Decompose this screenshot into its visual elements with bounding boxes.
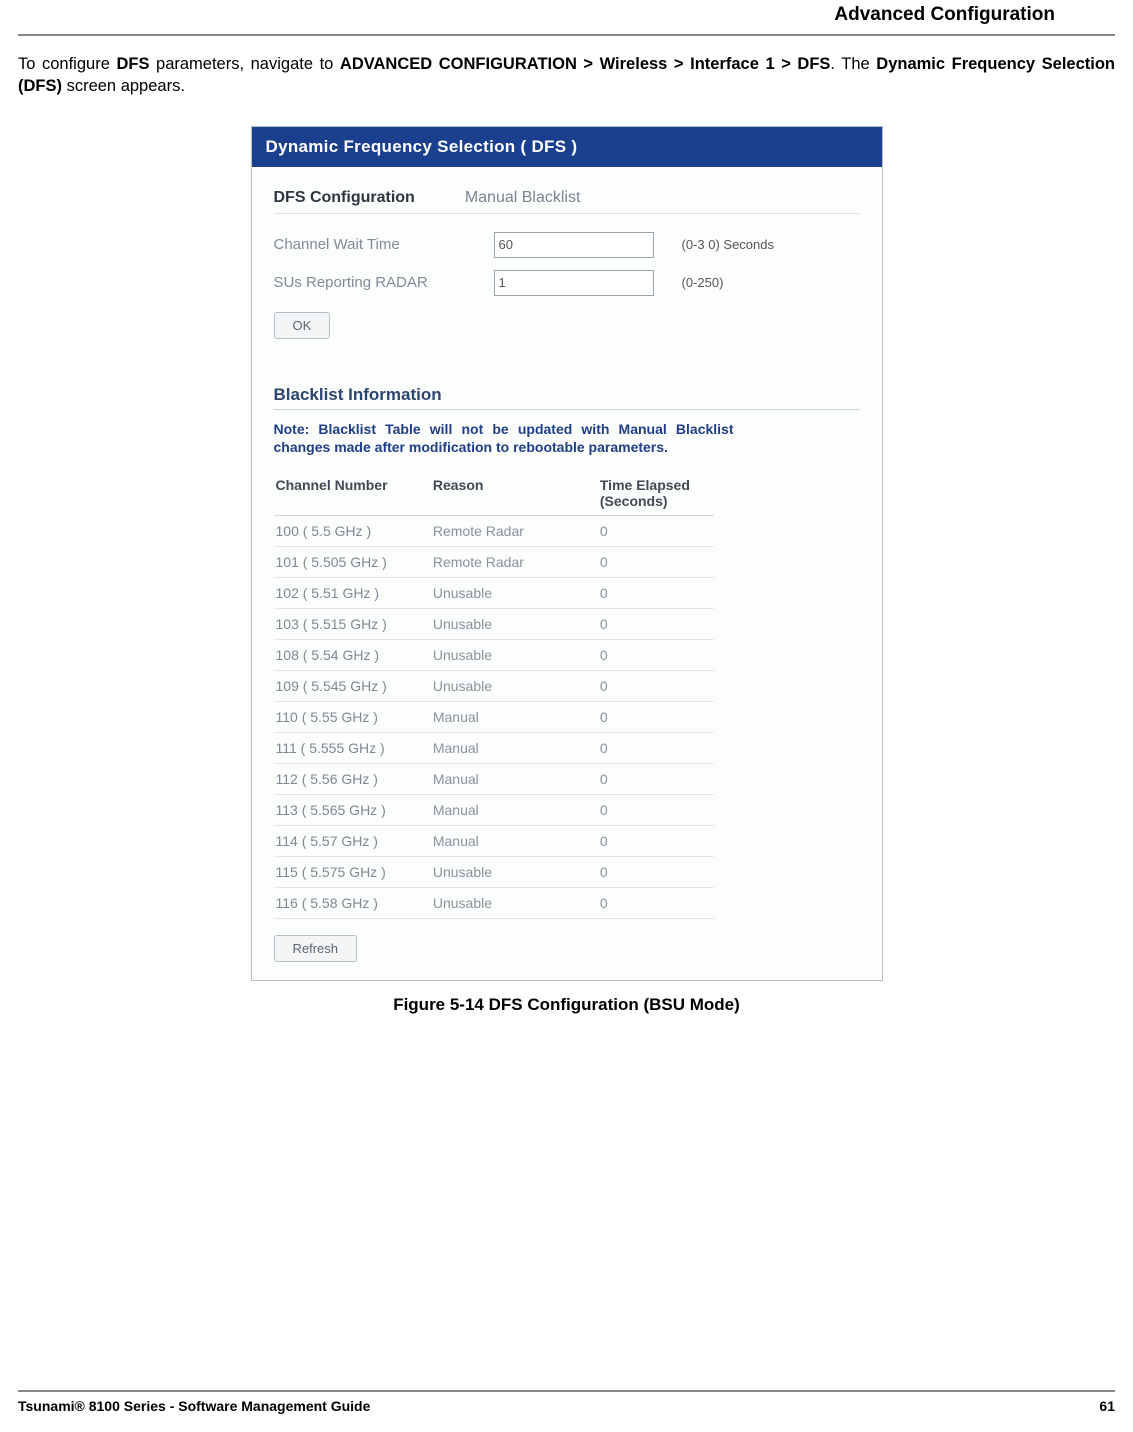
cell-reason: Remote Radar bbox=[431, 547, 598, 578]
cell-reason: Manual bbox=[431, 764, 598, 795]
cell-channel: 101 ( 5.505 GHz ) bbox=[274, 547, 431, 578]
col-reason: Reason bbox=[431, 471, 598, 516]
table-row: 102 ( 5.51 GHz )Unusable0 bbox=[274, 578, 714, 609]
cell-reason: Unusable bbox=[431, 609, 598, 640]
footer-page: 61 bbox=[1099, 1398, 1115, 1414]
cell-channel: 116 ( 5.58 GHz ) bbox=[274, 888, 431, 919]
table-row: 101 ( 5.505 GHz )Remote Radar0 bbox=[274, 547, 714, 578]
cell-channel: 114 ( 5.57 GHz ) bbox=[274, 826, 431, 857]
cell-time: 0 bbox=[598, 702, 714, 733]
intro-t2: parameters, navigate to bbox=[149, 55, 339, 73]
cell-time: 0 bbox=[598, 795, 714, 826]
hint-sus-reporting: (0-250) bbox=[682, 275, 724, 290]
cell-time: 0 bbox=[598, 516, 714, 547]
cell-time: 0 bbox=[598, 640, 714, 671]
intro-b1: DFS bbox=[116, 55, 149, 73]
cell-time: 0 bbox=[598, 826, 714, 857]
row-channel-wait: Channel Wait Time (0-3 0) Seconds bbox=[274, 232, 860, 258]
table-row: 115 ( 5.575 GHz )Unusable0 bbox=[274, 857, 714, 888]
rule-bottom bbox=[18, 1390, 1115, 1392]
cell-channel: 113 ( 5.565 GHz ) bbox=[274, 795, 431, 826]
cell-reason: Manual bbox=[431, 733, 598, 764]
tab-bar: DFS Configuration Manual Blacklist bbox=[274, 189, 860, 214]
cell-channel: 110 ( 5.55 GHz ) bbox=[274, 702, 431, 733]
cell-reason: Unusable bbox=[431, 857, 598, 888]
col-time: Time Elapsed (Seconds) bbox=[598, 471, 714, 516]
cell-reason: Manual bbox=[431, 826, 598, 857]
table-row: 112 ( 5.56 GHz )Manual0 bbox=[274, 764, 714, 795]
cell-reason: Unusable bbox=[431, 888, 598, 919]
tab-manual-blacklist[interactable]: Manual Blacklist bbox=[465, 189, 581, 207]
page-footer: Tsunami® 8100 Series - Software Manageme… bbox=[0, 1390, 1133, 1414]
cell-time: 0 bbox=[598, 671, 714, 702]
section-header: Advanced Configuration bbox=[18, 0, 1115, 34]
col-channel: Channel Number bbox=[274, 471, 431, 516]
intro-t3: . The bbox=[830, 55, 876, 73]
cell-time: 0 bbox=[598, 609, 714, 640]
cell-channel: 108 ( 5.54 GHz ) bbox=[274, 640, 431, 671]
intro-t: To configure bbox=[18, 55, 116, 73]
cell-channel: 109 ( 5.545 GHz ) bbox=[274, 671, 431, 702]
table-row: 111 ( 5.555 GHz )Manual0 bbox=[274, 733, 714, 764]
cell-time: 0 bbox=[598, 888, 714, 919]
table-row: 109 ( 5.545 GHz )Unusable0 bbox=[274, 671, 714, 702]
table-row: 108 ( 5.54 GHz )Unusable0 bbox=[274, 640, 714, 671]
input-channel-wait[interactable] bbox=[494, 232, 654, 258]
cell-time: 0 bbox=[598, 857, 714, 888]
figure-caption: Figure 5-14 DFS Configuration (BSU Mode) bbox=[18, 995, 1115, 1015]
refresh-button[interactable]: Refresh bbox=[274, 935, 358, 962]
rule-top bbox=[18, 34, 1115, 36]
cell-channel: 115 ( 5.575 GHz ) bbox=[274, 857, 431, 888]
table-row: 113 ( 5.565 GHz )Manual0 bbox=[274, 795, 714, 826]
label-channel-wait: Channel Wait Time bbox=[274, 236, 494, 253]
cell-reason: Manual bbox=[431, 795, 598, 826]
window-title: Dynamic Frequency Selection ( DFS ) bbox=[252, 127, 882, 167]
intro-paragraph: To configure DFS parameters, navigate to… bbox=[18, 53, 1115, 110]
table-row: 114 ( 5.57 GHz )Manual0 bbox=[274, 826, 714, 857]
table-row: 116 ( 5.58 GHz )Unusable0 bbox=[274, 888, 714, 919]
table-row: 110 ( 5.55 GHz )Manual0 bbox=[274, 702, 714, 733]
table-row: 103 ( 5.515 GHz )Unusable0 bbox=[274, 609, 714, 640]
blacklist-table: Channel Number Reason Time Elapsed (Seco… bbox=[274, 471, 714, 919]
cell-time: 0 bbox=[598, 733, 714, 764]
label-sus-reporting: SUs Reporting RADAR bbox=[274, 274, 494, 291]
row-sus-reporting: SUs Reporting RADAR (0-250) bbox=[274, 270, 860, 296]
cell-time: 0 bbox=[598, 547, 714, 578]
cell-reason: Unusable bbox=[431, 578, 598, 609]
hint-channel-wait: (0-3 0) Seconds bbox=[682, 237, 775, 252]
cell-reason: Manual bbox=[431, 702, 598, 733]
cell-time: 0 bbox=[598, 764, 714, 795]
cell-channel: 100 ( 5.5 GHz ) bbox=[274, 516, 431, 547]
input-sus-reporting[interactable] bbox=[494, 270, 654, 296]
cell-channel: 103 ( 5.515 GHz ) bbox=[274, 609, 431, 640]
table-row: 100 ( 5.5 GHz )Remote Radar0 bbox=[274, 516, 714, 547]
ok-button[interactable]: OK bbox=[274, 312, 331, 339]
cell-channel: 112 ( 5.56 GHz ) bbox=[274, 764, 431, 795]
cell-channel: 111 ( 5.555 GHz ) bbox=[274, 733, 431, 764]
footer-left: Tsunami® 8100 Series - Software Manageme… bbox=[18, 1398, 370, 1414]
cell-reason: Remote Radar bbox=[431, 516, 598, 547]
tab-dfs-configuration[interactable]: DFS Configuration bbox=[274, 189, 415, 207]
blacklist-note: Note: Blacklist Table will not be update… bbox=[274, 420, 734, 458]
cell-channel: 102 ( 5.51 GHz ) bbox=[274, 578, 431, 609]
cell-time: 0 bbox=[598, 578, 714, 609]
screenshot-panel: Dynamic Frequency Selection ( DFS ) DFS … bbox=[251, 126, 883, 982]
blacklist-heading: Blacklist Information bbox=[274, 385, 860, 410]
intro-b2: ADVANCED CONFIGURATION > Wireless > Inte… bbox=[340, 55, 831, 73]
intro-t4: screen appears. bbox=[62, 77, 185, 95]
cell-reason: Unusable bbox=[431, 671, 598, 702]
cell-reason: Unusable bbox=[431, 640, 598, 671]
